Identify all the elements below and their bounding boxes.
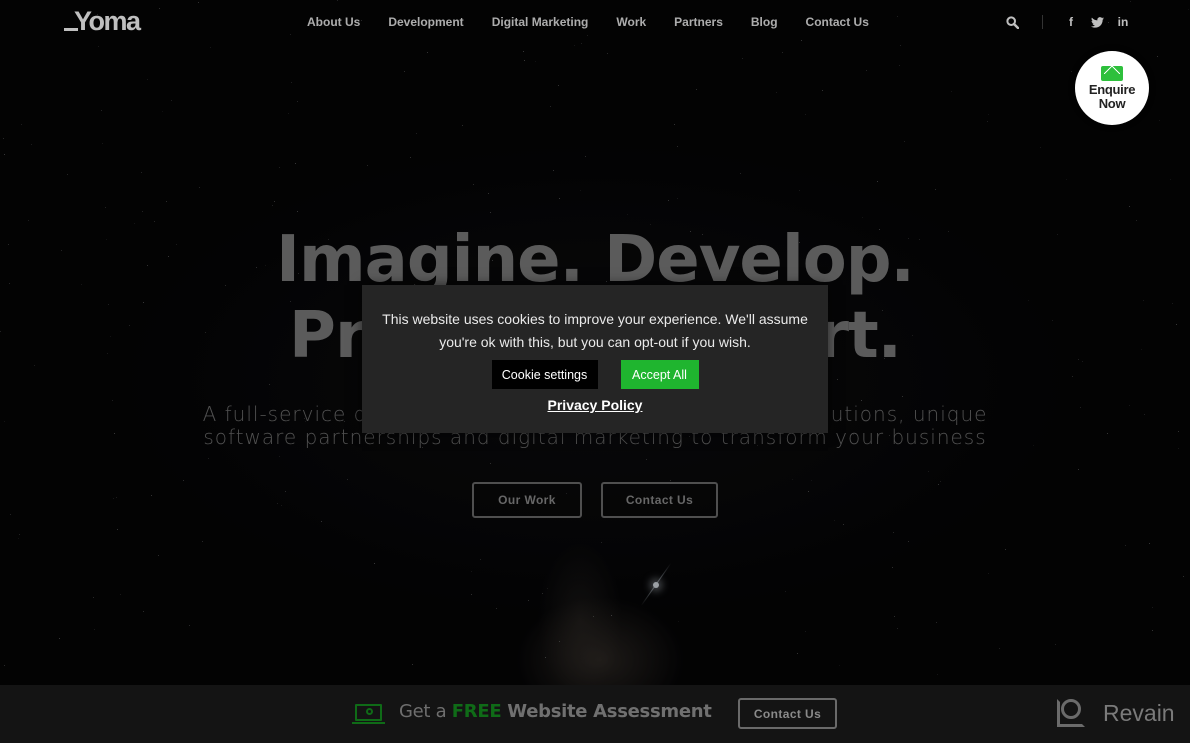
revain-watermark: Revain (1055, 697, 1175, 729)
laptop-search-icon (352, 704, 385, 724)
revain-label: Revain (1103, 699, 1175, 726)
cookie-consent-dialog: This website uses cookies to improve you… (362, 285, 828, 433)
cookie-settings-button[interactable]: Cookie settings (491, 360, 598, 389)
enquire-now-button[interactable]: Enquire Now (1075, 51, 1149, 125)
cookie-buttons: Cookie settings Accept All (362, 360, 828, 389)
cookie-message: This website uses cookies to improve you… (382, 311, 808, 350)
assessment-text: Get a FREE Website Assessment (399, 701, 712, 722)
envelope-icon (1101, 65, 1123, 81)
accept-all-button[interactable]: Accept All (620, 360, 699, 389)
revain-logo-icon (1055, 697, 1087, 729)
privacy-policy-link[interactable]: Privacy Policy (548, 397, 643, 413)
enquire-label: Enquire Now (1088, 81, 1136, 111)
assessment-contact-us-button[interactable]: Contact Us (738, 698, 837, 729)
